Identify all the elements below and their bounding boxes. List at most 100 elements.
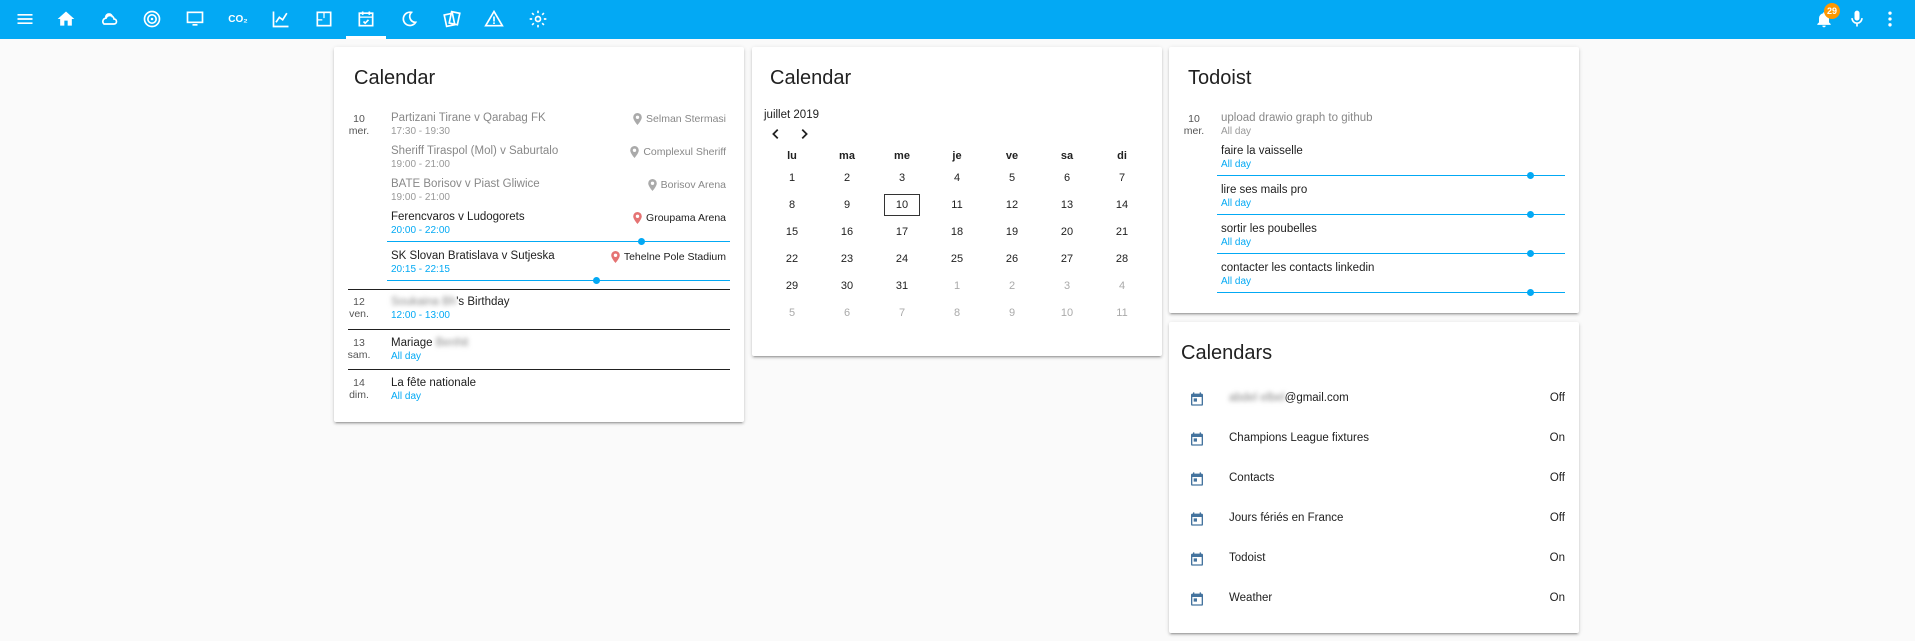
day-cell[interactable]: 4 [1104,275,1140,297]
day-cell[interactable]: 3 [1049,275,1085,297]
calendar-entity-row[interactable]: Champions League fixtures On [1169,419,1579,459]
day-label: 10 mer. [1183,113,1205,137]
calendar-entity-name: Champions League fixtures [1229,432,1369,444]
day-cell[interactable]: 12 [994,194,1030,216]
menu-icon[interactable] [13,7,37,31]
day-cell[interactable]: 13 [1049,194,1085,216]
task-title[interactable]: contacter les contacts linkedin [1221,262,1374,274]
day-cell[interactable]: 1 [939,275,975,297]
calendar-entity-row[interactable]: Weather On [1169,579,1579,619]
day-cell[interactable]: 16 [829,221,865,243]
more-vert-icon[interactable] [1878,7,1902,31]
home-icon[interactable] [54,7,78,31]
calendar-entity-name: Contacts [1229,472,1275,484]
day-cell[interactable]: 15 [774,221,810,243]
day-cell[interactable]: 31 [884,275,920,297]
day-cell[interactable]: 17 [884,221,920,243]
calendar-entity-state: Off [1549,392,1565,404]
day-cell[interactable]: 21 [1104,221,1140,243]
day-cell[interactable]: 4 [939,167,975,189]
day-cell[interactable]: 3 [884,167,920,189]
day-cell[interactable]: 19 [994,221,1030,243]
alert-icon[interactable] [482,7,506,31]
floorplan-icon[interactable] [312,7,336,31]
calendar-entity-row[interactable]: Todoist On [1169,539,1579,579]
day-cell[interactable]: 30 [829,275,865,297]
event-progress-dot [593,277,600,284]
next-month-button[interactable] [796,126,812,142]
event-time: 17:30 - 19:30 [391,126,450,137]
day-cell[interactable]: 7 [1104,167,1140,189]
day-cell[interactable]: 9 [994,302,1030,324]
calendar-entity-name: abdel elbel@gmail.com [1229,392,1349,404]
day-cell[interactable]: 2 [994,275,1030,297]
day-cell[interactable]: 8 [939,302,975,324]
task-title[interactable]: faire la vaisselle [1221,145,1303,157]
task-progress-line [1217,292,1565,293]
settings-icon[interactable] [526,7,550,31]
task-progress-dot [1527,172,1534,179]
calendar-icon [1191,512,1203,526]
day-cell[interactable]: 27 [1049,248,1085,270]
weekday-header: di [1117,150,1127,162]
day-cell[interactable]: 8 [774,194,810,216]
prev-month-button[interactable] [768,126,784,142]
day-cell[interactable]: 14 [1104,194,1140,216]
day-cell[interactable]: 7 [884,302,920,324]
event-title[interactable]: BATE Borisov v Piast Gliwice [391,178,540,190]
weather-icon[interactable] [97,7,121,31]
day-cell[interactable]: 6 [1049,167,1085,189]
event-time: All day [391,391,422,402]
event-title[interactable]: Soukaina Bh's Birthday [391,296,510,308]
moon-icon[interactable] [397,7,421,31]
event-title[interactable]: Sheriff Tiraspol (Mol) v Saburtalo [391,145,558,157]
calendar-entity-row[interactable]: Contacts Off [1169,459,1579,499]
day-cell[interactable]: 23 [829,248,865,270]
day-cell[interactable]: 26 [994,248,1030,270]
top-app-bar: CO₂ 29 [0,0,1915,39]
task-time: All day [1221,126,1252,137]
task-title[interactable]: sortir les poubelles [1221,223,1317,235]
co2-icon[interactable]: CO₂ [226,7,250,31]
day-cell[interactable]: 28 [1104,248,1140,270]
monitor-icon[interactable] [183,7,207,31]
calendar-entity-state: On [1549,432,1565,444]
task-title[interactable]: upload drawio graph to github [1221,112,1373,124]
radar-icon[interactable] [140,7,164,31]
calendar-check-icon[interactable] [354,7,378,31]
day-cell[interactable]: 11 [939,194,975,216]
event-location: Tehelne Pole Stadium [611,251,726,263]
day-cell[interactable]: 9 [829,194,865,216]
day-cell-today[interactable]: 10 [884,194,920,216]
event-title[interactable]: Ferencvaros v Ludogorets [391,211,525,223]
day-cell[interactable]: 22 [774,248,810,270]
day-cell[interactable]: 29 [774,275,810,297]
event-progress-line [387,280,730,281]
location-pin-icon [647,179,657,191]
microphone-icon[interactable] [1845,7,1869,31]
day-cell[interactable]: 10 [1049,302,1085,324]
day-cell[interactable]: 6 [829,302,865,324]
chart-line-icon[interactable] [269,7,293,31]
day-cell[interactable]: 11 [1104,302,1140,324]
calendar-entity-row[interactable]: abdel elbel@gmail.com Off [1169,379,1579,419]
day-cell[interactable]: 18 [939,221,975,243]
day-cell[interactable]: 25 [939,248,975,270]
day-cell[interactable]: 5 [994,167,1030,189]
location-pin-icon [633,212,642,224]
day-cell[interactable]: 2 [829,167,865,189]
task-title[interactable]: lire ses mails pro [1221,184,1307,196]
task-time: All day [1221,198,1252,209]
calendar-entity-row[interactable]: Jours fériés en France Off [1169,499,1579,539]
calendar-entity-state: Off [1549,512,1565,524]
cards-icon[interactable] [440,7,464,31]
day-cell[interactable]: 1 [774,167,810,189]
event-title[interactable]: Mariage Benhit [391,337,468,349]
event-title[interactable]: SK Slovan Bratislava v Sutjeska [391,250,555,262]
day-cell[interactable]: 24 [884,248,920,270]
calendar-icon [1191,472,1203,486]
event-title[interactable]: La fête nationale [391,377,476,389]
event-title[interactable]: Partizani Tirane v Qarabag FK [391,112,546,124]
day-cell[interactable]: 20 [1049,221,1085,243]
day-cell[interactable]: 5 [774,302,810,324]
